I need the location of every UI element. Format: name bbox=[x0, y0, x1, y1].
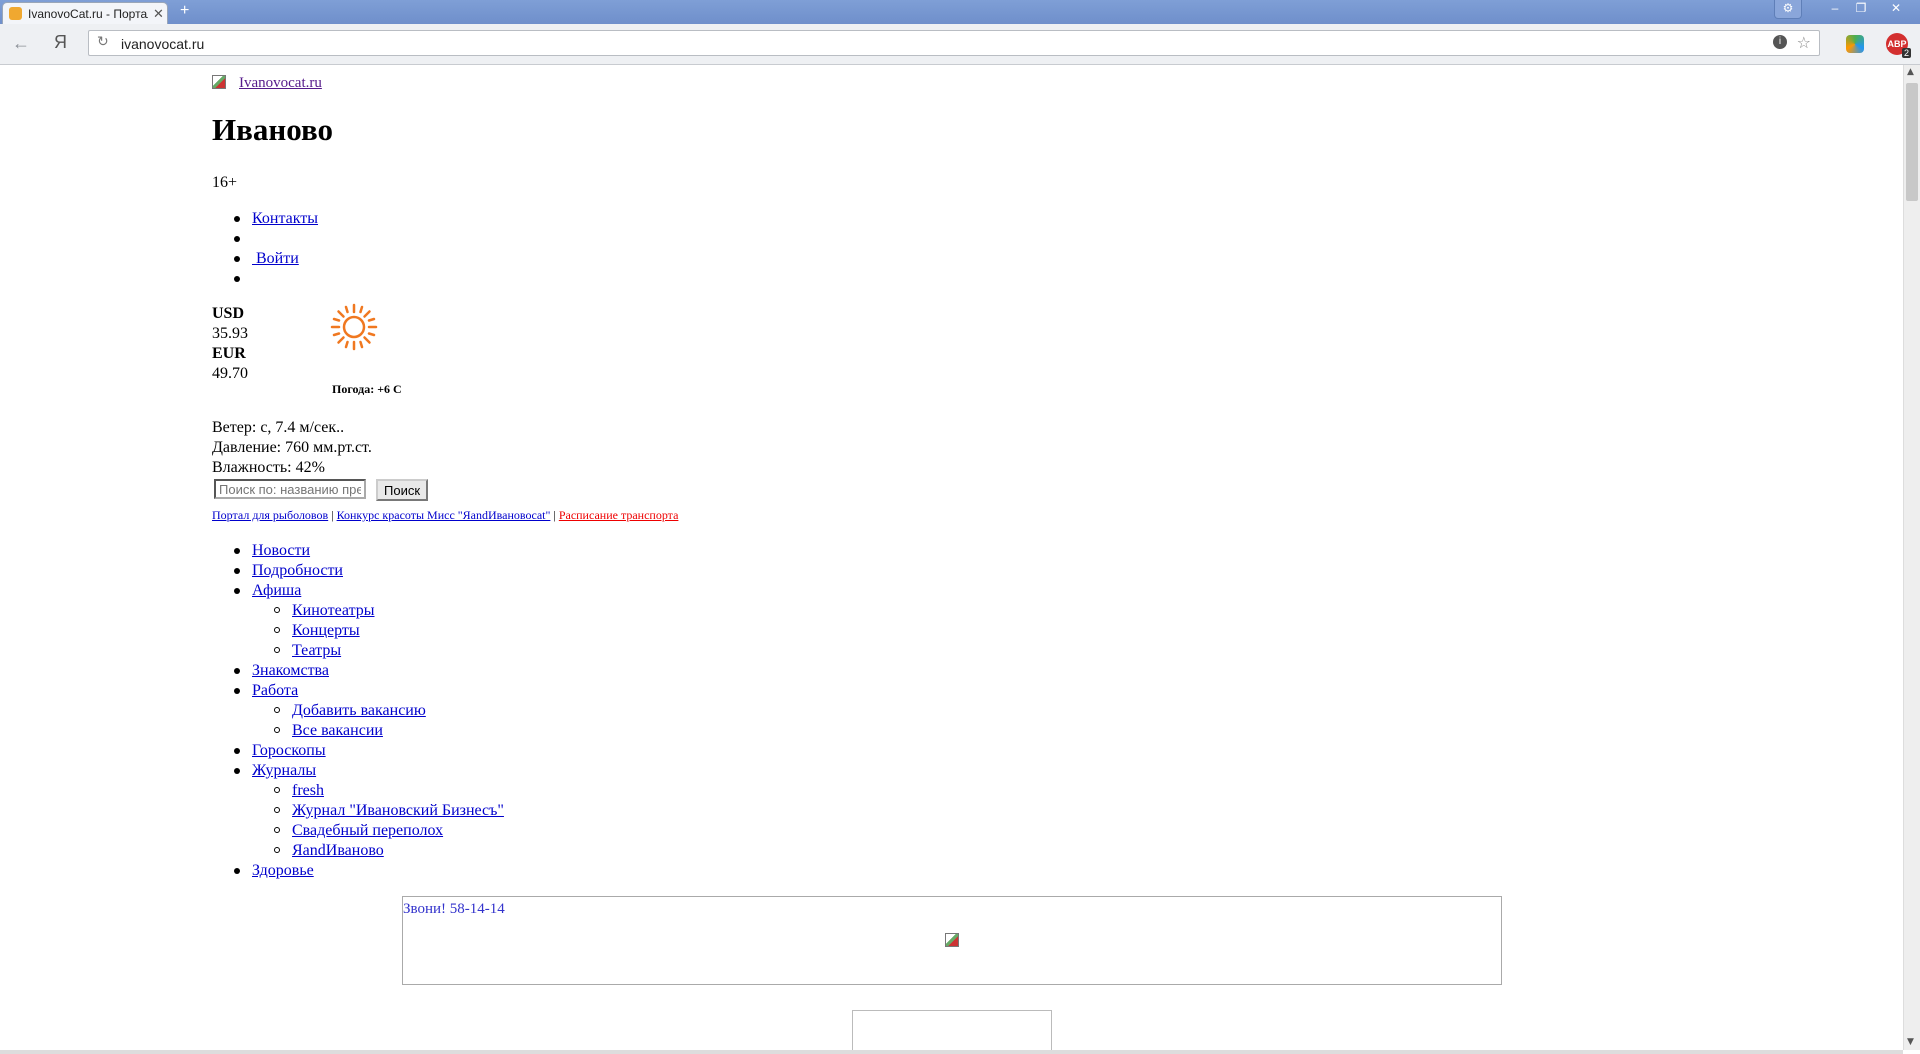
nav-horoscopes-link[interactable]: Гороскопы bbox=[252, 742, 326, 759]
restore-button[interactable]: ❐ bbox=[1848, 0, 1874, 18]
sun-icon bbox=[330, 303, 378, 351]
nav-details-link[interactable]: Подробности bbox=[252, 562, 343, 579]
nav-item: Журналы bbox=[212, 761, 504, 781]
scrollbar-thumb[interactable] bbox=[1906, 83, 1918, 201]
login-link[interactable]: Войти bbox=[252, 250, 299, 267]
scroll-up-icon[interactable]: ▲ bbox=[1907, 67, 1914, 77]
nav-dating-link[interactable]: Знакомства bbox=[252, 662, 329, 679]
search-button[interactable]: Поиск bbox=[376, 479, 429, 501]
browser-tab[interactable]: IvanovoCat.ru - Портал ✕ bbox=[2, 2, 168, 24]
nav-fresh-link[interactable]: fresh bbox=[292, 782, 324, 799]
weather-caption: Погода: +6 С bbox=[332, 382, 402, 396]
banner-text[interactable]: Звони! 58-14-14 bbox=[403, 899, 505, 919]
eur-value: 49.70 bbox=[212, 365, 248, 382]
usd-label: USD bbox=[212, 305, 245, 322]
nav-item: Гороскопы bbox=[212, 741, 504, 761]
transport-schedule-link[interactable]: Расписание транспорта bbox=[559, 508, 679, 522]
contacts-link[interactable]: Контакты bbox=[252, 210, 318, 227]
close-tab-icon[interactable]: ✕ bbox=[153, 6, 164, 22]
nav-all-vacancies-link[interactable]: Все вакансии bbox=[292, 722, 383, 739]
beauty-contest-link[interactable]: Конкурс красоты Мисс "ЯandИвановоcat" bbox=[337, 508, 551, 522]
nav-add-vacancy-link[interactable]: Добавить вакансию bbox=[292, 702, 426, 719]
browser-tab-bar: IvanovoCat.ru - Портал ✕ + ⚙ – ❐ ✕ bbox=[0, 0, 1920, 24]
url-text[interactable]: ivanovocat.ru bbox=[121, 36, 204, 52]
subnav-item: fresh bbox=[212, 781, 504, 801]
gear-icon[interactable]: ⚙ bbox=[1774, 0, 1802, 19]
content-box bbox=[852, 1010, 1052, 1050]
nav-item: Знакомства bbox=[212, 661, 504, 681]
star-icon[interactable]: ☆ bbox=[1797, 33, 1811, 52]
subnav-item: Театры bbox=[212, 641, 504, 661]
separator: | bbox=[331, 508, 334, 522]
minimize-button[interactable]: – bbox=[1822, 0, 1848, 18]
adblock-count-badge: 2 bbox=[1902, 48, 1912, 58]
nav-news-link[interactable]: Новости bbox=[252, 542, 310, 559]
weather-details: Ветер: с, 7.4 м/сек.. Давление: 760 мм.р… bbox=[212, 418, 372, 478]
site-link[interactable]: Ivanovocat.ru bbox=[239, 73, 322, 93]
back-arrow-icon[interactable]: ← bbox=[12, 33, 30, 54]
nav-business-magazine-link[interactable]: Журнал "Ивановский Бизнесъ" bbox=[292, 802, 504, 819]
currency-rates: USD 35.93 EUR 49.70 bbox=[212, 304, 248, 384]
nav-health-link[interactable]: Здоровье bbox=[252, 862, 314, 879]
info-icon[interactable]: i bbox=[1773, 35, 1787, 49]
list-item-empty bbox=[212, 229, 318, 249]
nav-wedding-link[interactable]: Свадебный переполох bbox=[292, 822, 443, 839]
subnav-item: Добавить вакансию bbox=[212, 701, 504, 721]
pressure-text: Давление: 760 мм.рт.ст. bbox=[212, 439, 372, 456]
page-title: Иваново bbox=[212, 112, 333, 147]
nav-magazines-link[interactable]: Журналы bbox=[252, 762, 316, 779]
humidity-text: Влажность: 42% bbox=[212, 459, 325, 476]
vertical-scrollbar[interactable]: ▲ ▼ bbox=[1903, 65, 1920, 1050]
nav-yandivanovo-link[interactable]: ЯandИваново bbox=[292, 842, 384, 859]
nav-theatres-link[interactable]: Театры bbox=[292, 642, 341, 659]
new-tab-button[interactable]: + bbox=[180, 2, 189, 20]
quick-links: Портал для рыболовов | Конкурс красоты М… bbox=[212, 505, 678, 525]
nav-item: Работа bbox=[212, 681, 504, 701]
nav-item: Подробности bbox=[212, 561, 504, 581]
search-input[interactable] bbox=[214, 479, 366, 499]
main-navigation: Новости Подробности Афиша Кинотеатры Кон… bbox=[212, 541, 504, 881]
subnav-item: Концерты bbox=[212, 621, 504, 641]
address-bar[interactable]: ↻ ivanovocat.ru i ☆ bbox=[88, 30, 1820, 56]
nav-item: Здоровье bbox=[212, 861, 504, 881]
subnav-item: Все вакансии bbox=[212, 721, 504, 741]
reload-icon[interactable]: ↻ bbox=[97, 34, 109, 50]
ad-banner[interactable]: Звони! 58-14-14 bbox=[402, 896, 1502, 985]
scroll-down-icon[interactable]: ▼ bbox=[1907, 1037, 1914, 1047]
age-rating: 16+ bbox=[212, 174, 238, 191]
subnav-item: Свадебный переполох bbox=[212, 821, 504, 841]
subnav-item: Кинотеатры bbox=[212, 601, 504, 621]
page-viewport: Ivanovocat.ru Иваново 16+ Контакты Войти… bbox=[0, 65, 1903, 1050]
fishing-portal-link[interactable]: Портал для рыболовов bbox=[212, 508, 328, 522]
broken-image-icon bbox=[212, 75, 226, 89]
yandex-button[interactable]: Я bbox=[54, 32, 67, 53]
nav-item: Новости bbox=[212, 541, 504, 561]
list-item: Войти bbox=[212, 249, 318, 269]
broken-image-icon bbox=[945, 933, 959, 947]
nav-afisha-link[interactable]: Афиша bbox=[252, 582, 301, 599]
separator: | bbox=[553, 508, 556, 522]
browser-toolbar: ← Я ↻ ivanovocat.ru i ☆ ABP 2 bbox=[0, 24, 1920, 65]
nav-concerts-link[interactable]: Концерты bbox=[292, 622, 360, 639]
list-item-empty bbox=[212, 269, 318, 289]
wind-text: Ветер: с, 7.4 м/сек.. bbox=[212, 419, 345, 436]
horizontal-scrollbar[interactable] bbox=[0, 1050, 1903, 1054]
subnav-item: ЯandИваново bbox=[212, 841, 504, 861]
tab-title: IvanovoCat.ru - Портал bbox=[28, 7, 148, 21]
list-item: Контакты bbox=[212, 209, 318, 229]
close-window-button[interactable]: ✕ bbox=[1880, 0, 1912, 18]
top-links: Контакты Войти bbox=[212, 209, 318, 289]
cat-favicon-icon bbox=[9, 7, 22, 20]
nav-cinemas-link[interactable]: Кинотеатры bbox=[292, 602, 375, 619]
extension-icon[interactable] bbox=[1846, 35, 1864, 53]
nav-item: Афиша bbox=[212, 581, 504, 601]
usd-value: 35.93 bbox=[212, 325, 248, 342]
eur-label: EUR bbox=[212, 345, 246, 362]
subnav-item: Журнал "Ивановский Бизнесъ" bbox=[212, 801, 504, 821]
nav-work-link[interactable]: Работа bbox=[252, 682, 298, 699]
